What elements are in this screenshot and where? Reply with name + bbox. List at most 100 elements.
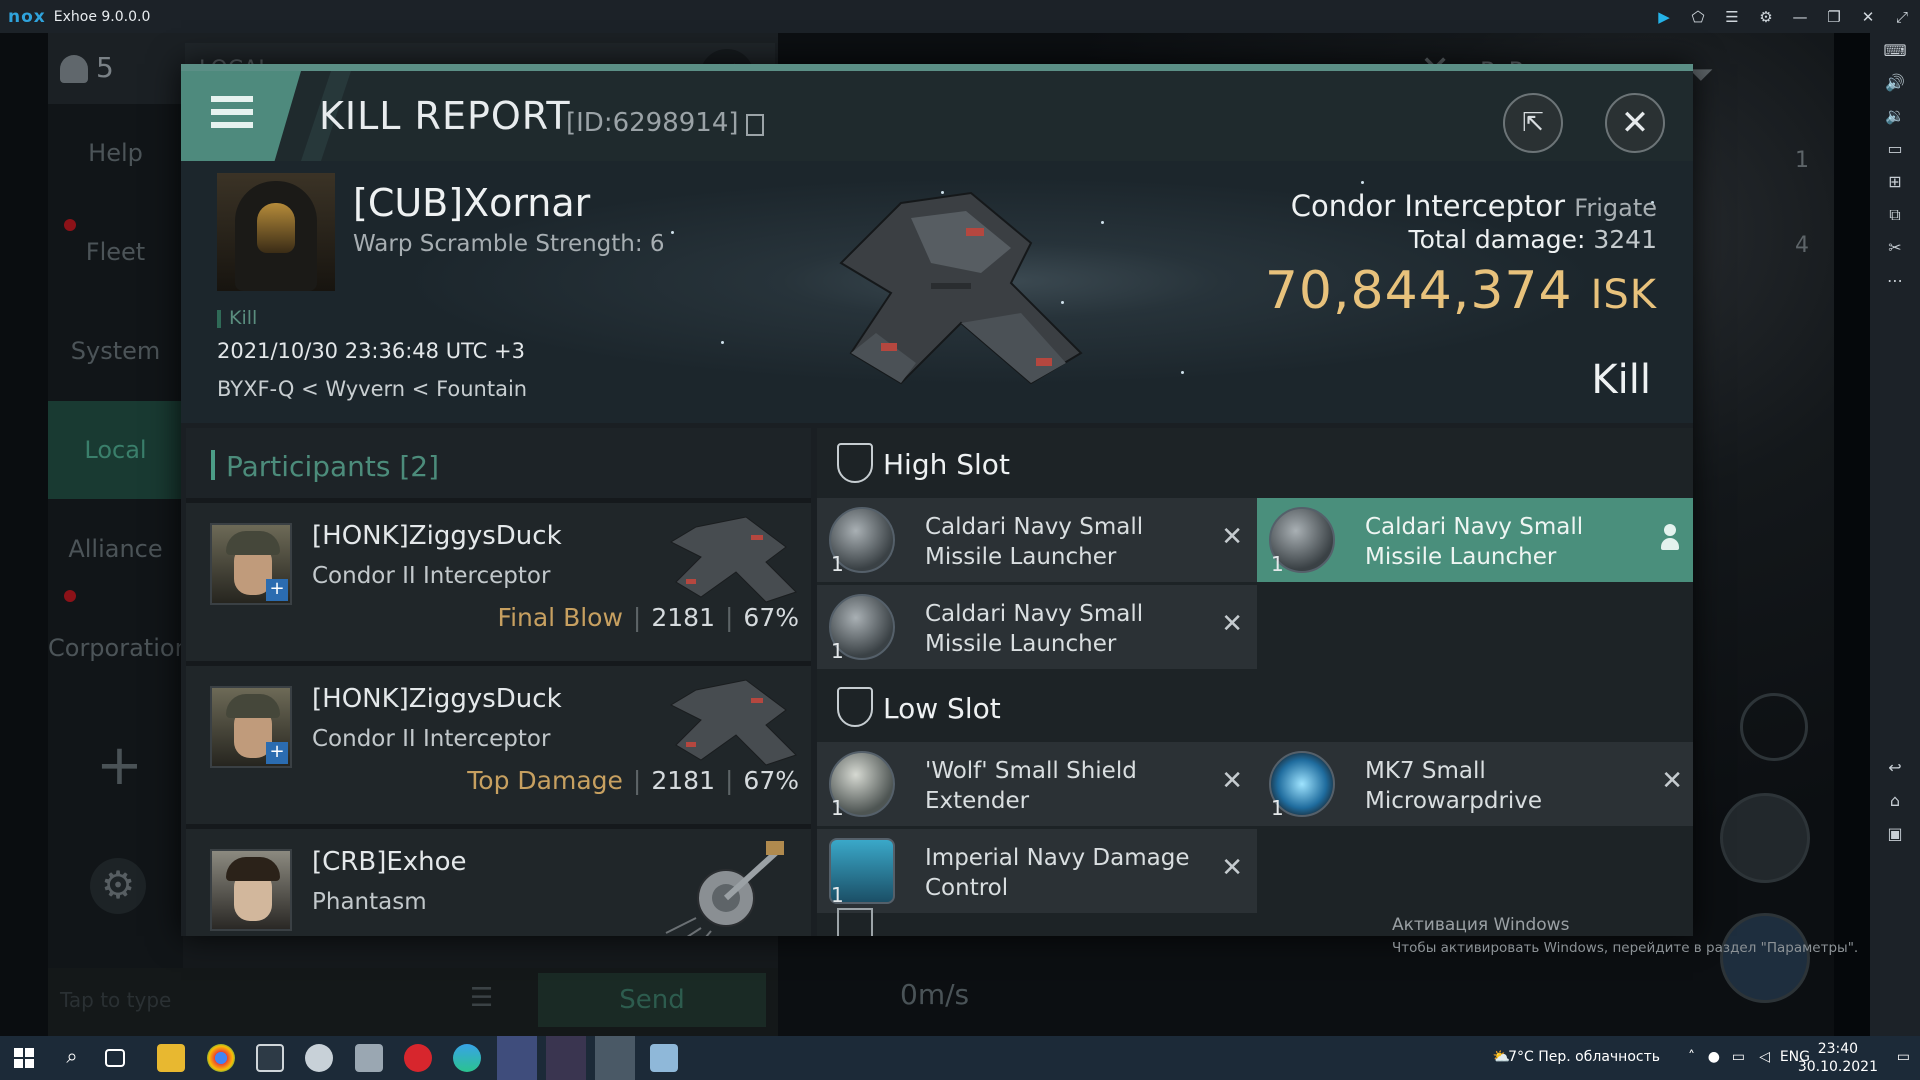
- app-icon[interactable]: [305, 1044, 333, 1072]
- play-icon[interactable]: ▶: [1656, 8, 1672, 26]
- windows-activation-title: Активация Windows: [1392, 915, 1570, 935]
- recents-icon[interactable]: ▣: [1870, 824, 1920, 843]
- victim-panel: [CUB]Xornar Warp Scramble Strength: 6 Ki…: [181, 161, 1693, 423]
- external-link-icon: ⇱: [1522, 108, 1544, 138]
- drone-button[interactable]: [1720, 793, 1810, 883]
- destroyed-x-icon: ✕: [1221, 766, 1243, 796]
- edge-icon[interactable]: [453, 1044, 481, 1072]
- participant-row[interactable]: [CRB]Exhoe Phantasm: [186, 829, 811, 936]
- window-controls: ▶ ⬠ ☰ ⚙ — ❐ ✕ ⤢: [1656, 0, 1910, 33]
- participant-ship-icon: [669, 679, 797, 766]
- menu-icon[interactable]: ☰: [1724, 8, 1740, 26]
- item-name: MK7 Small Microwarpdrive: [1365, 758, 1543, 814]
- close-window-icon[interactable]: ✕: [1860, 8, 1876, 26]
- nox-active-icon[interactable]: [595, 1036, 635, 1080]
- nox-icon[interactable]: [546, 1036, 586, 1080]
- calculator-icon[interactable]: [355, 1044, 383, 1072]
- pilot-count[interactable]: 5: [60, 51, 114, 84]
- multi-instance-icon[interactable]: ⧉: [1870, 205, 1920, 225]
- minimize-icon[interactable]: —: [1792, 8, 1808, 26]
- notifications-icon[interactable]: ▭: [1897, 1049, 1910, 1065]
- destroyed-x-icon: ✕: [1221, 609, 1243, 639]
- more-icon[interactable]: ⋯: [1870, 271, 1920, 290]
- hud-count-2: 4: [1795, 233, 1809, 258]
- window-title: Exhoe 9.0.0.0: [53, 8, 151, 25]
- kill-report-id: [ID:6298914]: [566, 108, 739, 138]
- shield-slot-icon: [837, 443, 873, 483]
- home-icon[interactable]: ⌂: [1870, 791, 1920, 810]
- chat-menu-icon[interactable]: ☰: [470, 983, 493, 1013]
- participant-ship: Phantasm: [312, 889, 427, 915]
- victim-portrait[interactable]: [217, 173, 335, 291]
- app-icon[interactable]: [404, 1044, 432, 1072]
- back-icon[interactable]: ↩: [1870, 758, 1920, 777]
- scissors-icon[interactable]: ✂: [1870, 238, 1920, 257]
- copy-icon[interactable]: [746, 114, 764, 136]
- add-channel-icon[interactable]: +: [96, 733, 143, 798]
- module-button[interactable]: [1720, 913, 1810, 1003]
- participants-title: Participants [2]: [226, 450, 440, 483]
- close-button[interactable]: ✕: [1605, 93, 1665, 153]
- channel-alliance[interactable]: Alliance: [48, 500, 183, 602]
- channel-corporation[interactable]: Corporation: [48, 599, 190, 697]
- participant-ship-icon: [669, 516, 797, 603]
- fitting-item[interactable]: 1 Caldari Navy Small Missile Launcher ✕: [817, 585, 1257, 669]
- channel-system[interactable]: System: [48, 302, 183, 400]
- microphone-icon[interactable]: ●: [1708, 1049, 1720, 1065]
- participant-row[interactable]: + [HONK]ZiggysDuck Condor II Interceptor…: [186, 503, 811, 661]
- speed-readout: 0m/s: [900, 978, 970, 1011]
- app-icon[interactable]: [650, 1044, 678, 1072]
- plus-icon: +: [266, 579, 288, 601]
- task-view-icon[interactable]: [105, 1049, 125, 1067]
- participant-row[interactable]: + [HONK]ZiggysDuck Condor II Interceptor…: [186, 666, 811, 824]
- plus-icon: +: [266, 742, 288, 764]
- emulator-toolbar: ⌨ 🔊 🔉 ▭ ⊞ ⧉ ✂ ⋯ ↩ ⌂ ▣: [1870, 33, 1920, 1036]
- channel-help[interactable]: Help: [48, 104, 183, 202]
- participant-avatar[interactable]: [210, 849, 292, 931]
- settings-icon[interactable]: ⚙: [1758, 8, 1774, 26]
- weather-text[interactable]: 7°C Пер. облачность: [1508, 1049, 1660, 1065]
- message-input[interactable]: Tap to type: [60, 988, 171, 1012]
- file-explorer-icon[interactable]: [157, 1044, 185, 1072]
- speaker-icon[interactable]: ◁: [1759, 1049, 1770, 1065]
- participant-stats: Top Damage | 2181 | 67%: [467, 766, 799, 795]
- windows-activation-text: Чтобы активировать Windows, перейдите в …: [1392, 940, 1859, 956]
- chrome-icon[interactable]: [207, 1044, 235, 1072]
- add-apk-icon[interactable]: ⊞: [1870, 172, 1920, 191]
- victim-ship-image[interactable]: [781, 173, 1121, 423]
- chat-settings-icon[interactable]: ⚙: [90, 858, 146, 914]
- volume-up-icon[interactable]: 🔊: [1870, 73, 1920, 92]
- fitting-item[interactable]: 1 MK7 Small Microwarpdrive ✕: [1257, 742, 1693, 826]
- network-icon[interactable]: ▭: [1732, 1049, 1745, 1065]
- fitting-item[interactable]: 1 Imperial Navy Damage Control ✕: [817, 829, 1257, 913]
- restore-icon[interactable]: ❐: [1826, 8, 1842, 26]
- screen-icon[interactable]: ▭: [1870, 139, 1920, 158]
- kill-result: Kill: [1591, 357, 1651, 403]
- pin-icon[interactable]: ⬠: [1690, 8, 1706, 26]
- fitting-item[interactable]: 1 Caldari Navy Small Missile Launcher ✕: [817, 498, 1257, 582]
- app-icon[interactable]: [256, 1044, 284, 1072]
- participant-avatar[interactable]: +: [210, 523, 292, 605]
- volume-down-icon[interactable]: 🔉: [1870, 106, 1920, 125]
- fitting-item[interactable]: 1 'Wolf' Small Shield Extender ✕: [817, 742, 1257, 826]
- fitting-item-dropped[interactable]: 1 Caldari Navy Small Missile Launcher: [1257, 498, 1693, 582]
- channel-fleet[interactable]: Fleet: [48, 203, 183, 301]
- kill-tag: Kill: [217, 307, 257, 329]
- share-button[interactable]: ⇱: [1503, 93, 1563, 153]
- participant-avatar[interactable]: +: [210, 686, 292, 768]
- discord-icon[interactable]: [497, 1036, 537, 1080]
- chevron-up-icon[interactable]: ˄: [1688, 1049, 1695, 1065]
- channel-local[interactable]: Local: [48, 401, 183, 499]
- expand-icon[interactable]: ⤢: [1894, 8, 1910, 26]
- victim-ship-name[interactable]: Condor Interceptor Frigate: [1291, 189, 1657, 223]
- keyboard-icon[interactable]: ⌨: [1870, 41, 1920, 60]
- send-button[interactable]: Send: [538, 973, 766, 1027]
- victim-name[interactable]: [CUB]Xornar: [353, 181, 590, 225]
- search-icon[interactable]: ⌕: [58, 1044, 86, 1072]
- clock[interactable]: 23:40 30.10.2021: [1798, 1040, 1878, 1076]
- item-name: Caldari Navy Small Missile Launcher: [925, 514, 1144, 570]
- windows-start-icon[interactable]: [14, 1048, 34, 1068]
- swap-icon[interactable]: [1740, 693, 1808, 761]
- hamburger-icon: [211, 96, 253, 135]
- kill-location[interactable]: BYXF-Q < Wyvern < Fountain: [217, 377, 527, 401]
